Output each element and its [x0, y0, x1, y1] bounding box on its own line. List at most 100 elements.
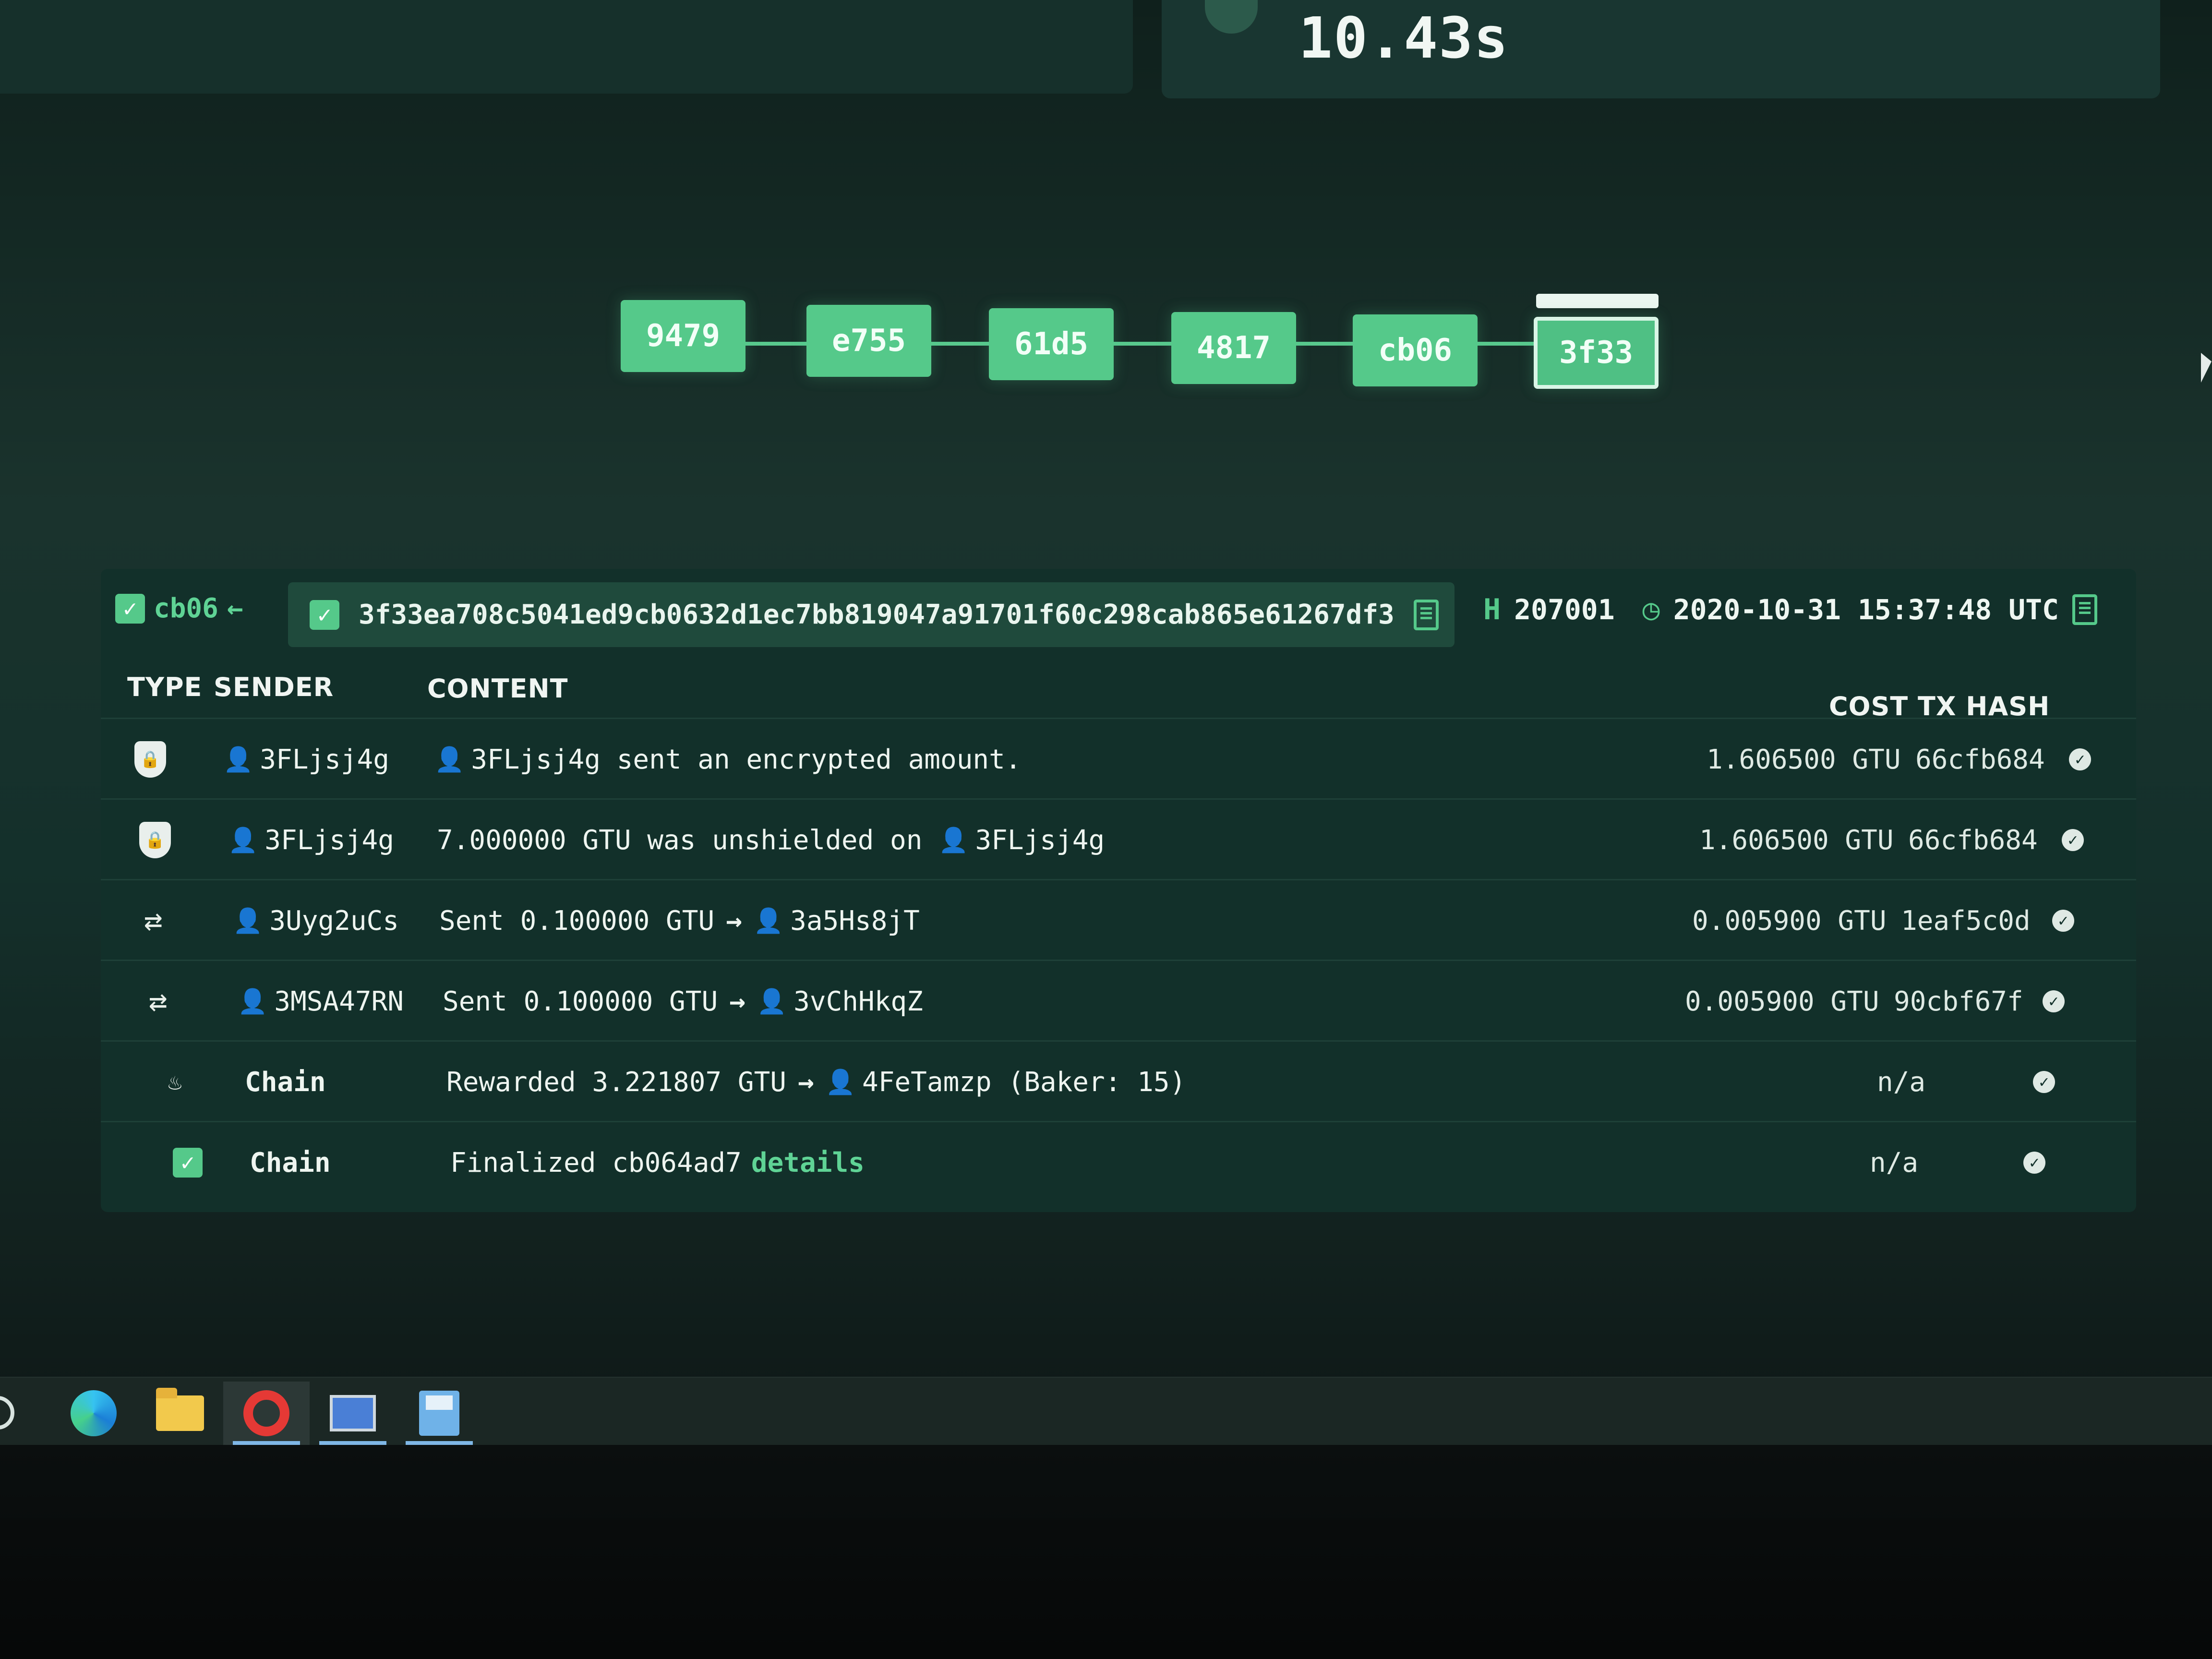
transaction-row[interactable]: 🔒 👤 3FLjsj4g 7.000000 GTU was unshielded … — [101, 798, 2136, 880]
copy-icon[interactable] — [2072, 594, 2097, 625]
sender: Chain — [250, 1147, 331, 1178]
baker-icon: ♨ — [168, 1069, 182, 1095]
previous-block-link[interactable]: ✓ cb06 ← — [115, 593, 243, 624]
remote-desktop-icon — [330, 1395, 376, 1431]
status-check-icon: ✓ — [2033, 1071, 2055, 1093]
user-icon: 👤 — [938, 826, 969, 854]
transfer-icon: ⇄ — [149, 984, 168, 1019]
cost: 1.606500 GTU — [1707, 744, 1901, 775]
taskbar — [0, 1377, 2212, 1449]
transaction-row[interactable]: ⇄ 👤 3Uyg2uCs Sent 0.100000 GTU → 👤 3a5Hs8jT … — [101, 879, 2136, 961]
status-check-icon: ✓ — [2062, 829, 2084, 851]
finalized-check-icon: ✓ — [115, 593, 145, 624]
chain-block-61d5[interactable]: 61d5 — [989, 308, 1114, 380]
browser-viewport: 10.43s 9479 e755 61d5 4817 cb06 3f33 ✓ c… — [0, 0, 2212, 1449]
content-user[interactable]: 3a5Hs8jT — [790, 905, 920, 937]
arrow-right-icon: → — [729, 986, 745, 1017]
user-icon: 👤 — [434, 745, 465, 773]
column-header-content: CONTENT — [427, 673, 568, 704]
shield-lock-icon: 🔒 — [139, 822, 171, 858]
user-icon: 👤 — [228, 826, 258, 854]
status-check-icon: ✓ — [2043, 990, 2065, 1012]
file-explorer-icon — [156, 1388, 204, 1431]
opera-icon — [243, 1390, 289, 1436]
taskbar-remote-desktop[interactable] — [310, 1382, 396, 1445]
content-user[interactable]: 3FLjsj4g — [975, 825, 1105, 856]
clock-icon: ◷ — [1642, 593, 1660, 626]
copy-icon[interactable] — [1413, 599, 1439, 630]
sender[interactable]: 3FLjsj4g — [264, 825, 394, 856]
arrow-left-icon: ← — [227, 593, 243, 624]
content-text: Rewarded 3.221807 GTU — [446, 1066, 787, 1098]
sender[interactable]: 3Uyg2uCs — [269, 905, 399, 937]
status-check-icon: ✓ — [2052, 910, 2074, 932]
monitor-bezel — [0, 1445, 2212, 1659]
tx-hash[interactable]: 90cbf67f — [1894, 961, 2023, 1042]
finalized-check-icon: ✓ — [173, 1148, 203, 1178]
block-timestamp: 2020-10-31 15:37:48 UTC — [1673, 593, 2059, 626]
user-icon: 👤 — [223, 745, 253, 773]
block-detail-panel: ✓ cb06 ← ✓ 3f33ea708c5041ed9cb0632d1ec7b… — [101, 569, 2136, 1212]
content-suffix: (Baker: 15) — [1008, 1066, 1186, 1098]
column-header-tx-hash: TX HASH — [1918, 691, 2050, 721]
selected-block-indicator — [1536, 294, 1659, 308]
content-user[interactable]: 3FLjsj4g — [471, 744, 601, 775]
content-text: Finalized cb064ad7 — [450, 1147, 742, 1178]
column-header-sender: SENDER — [214, 672, 334, 702]
status-check-icon: ✓ — [2069, 748, 2091, 770]
sender[interactable]: 3FLjsj4g — [260, 744, 389, 775]
tx-hash[interactable]: 66cfb684 — [1915, 719, 2045, 800]
taskbar-opera[interactable] — [223, 1382, 310, 1445]
user-icon: 👤 — [825, 1068, 855, 1096]
sender: Chain — [245, 1066, 326, 1098]
status-check-icon: ✓ — [2023, 1152, 2045, 1174]
chain-block-9479[interactable]: 9479 — [621, 300, 745, 372]
transaction-row[interactable]: ♨ Chain Rewarded 3.221807 GTU → 👤 4FeTamzp … — [101, 1040, 2136, 1122]
edge-icon — [71, 1390, 117, 1436]
content-text: Sent 0.100000 GTU — [443, 986, 718, 1017]
chain-block-3f33[interactable]: 3f33 — [1534, 317, 1659, 389]
save-icon — [419, 1391, 459, 1436]
content-text: sent an encrypted amount. — [616, 744, 1022, 775]
stat-card-left — [0, 0, 1133, 94]
block-hash-box: ✓ 3f33ea708c5041ed9cb0632d1ec7bb819047a9… — [288, 582, 1455, 647]
block-header: ✓ cb06 ← ✓ 3f33ea708c5041ed9cb0632d1ec7b… — [101, 569, 2136, 650]
chain-block-e755[interactable]: e755 — [806, 305, 931, 377]
taskbar-save[interactable] — [396, 1382, 482, 1445]
shield-lock-icon: 🔒 — [134, 741, 166, 778]
user-icon: 👤 — [233, 906, 263, 935]
transaction-row[interactable]: 🔒 👤 3FLjsj4g 👤 3FLjsj4g sent an encrypted … — [101, 718, 2136, 800]
content-user[interactable]: 3vChHkqZ — [793, 986, 923, 1017]
user-icon: 👤 — [238, 987, 268, 1015]
taskbar-edge[interactable] — [50, 1382, 137, 1445]
chain-block-cb06[interactable]: cb06 — [1353, 314, 1478, 386]
block-meta: H 207001 ◷ 2020-10-31 15:37:48 UTC — [1483, 593, 2097, 626]
chain-block-4817[interactable]: 4817 — [1171, 312, 1296, 384]
details-link[interactable]: details — [751, 1147, 865, 1178]
previous-block-label: cb06 — [154, 593, 218, 624]
tx-hash[interactable]: 1eaf5c0d — [1901, 880, 2031, 961]
mouse-cursor-icon — [2201, 353, 2212, 383]
height-icon: H — [1483, 593, 1501, 626]
transaction-row[interactable]: ✓ Chain Finalized cb064ad7 details n/a ✓ — [101, 1121, 2136, 1203]
column-header-cost: COST — [1829, 691, 1909, 721]
cost: 1.606500 GTU — [1699, 824, 1894, 856]
content-text: Sent 0.100000 GTU — [439, 905, 715, 937]
sender[interactable]: 3MSA47RN — [274, 986, 404, 1017]
block-hash: 3f33ea708c5041ed9cb0632d1ec7bb819047a917… — [359, 599, 1395, 630]
taskbar-file-explorer[interactable] — [137, 1382, 223, 1445]
transaction-row[interactable]: ⇄ 👤 3MSA47RN Sent 0.100000 GTU → 👤 3vChHkqZ … — [101, 960, 2136, 1042]
user-icon: 👤 — [753, 906, 784, 935]
block-time-value: 10.43s — [1298, 5, 1509, 71]
transfer-icon: ⇄ — [144, 903, 163, 938]
user-icon: 👤 — [757, 987, 787, 1015]
finalized-check-icon: ✓ — [310, 600, 339, 630]
arrow-right-icon: → — [726, 905, 742, 937]
cost: 0.005900 GTU — [1685, 986, 1879, 1017]
arrow-right-icon: → — [798, 1066, 814, 1098]
content-user[interactable]: 4FeTamzp — [862, 1067, 992, 1098]
search-icon[interactable] — [0, 1396, 14, 1430]
tx-hash[interactable]: 66cfb684 — [1908, 800, 2038, 880]
column-header-type: TYPE — [127, 672, 203, 702]
cost: 0.005900 GTU — [1692, 905, 1887, 937]
